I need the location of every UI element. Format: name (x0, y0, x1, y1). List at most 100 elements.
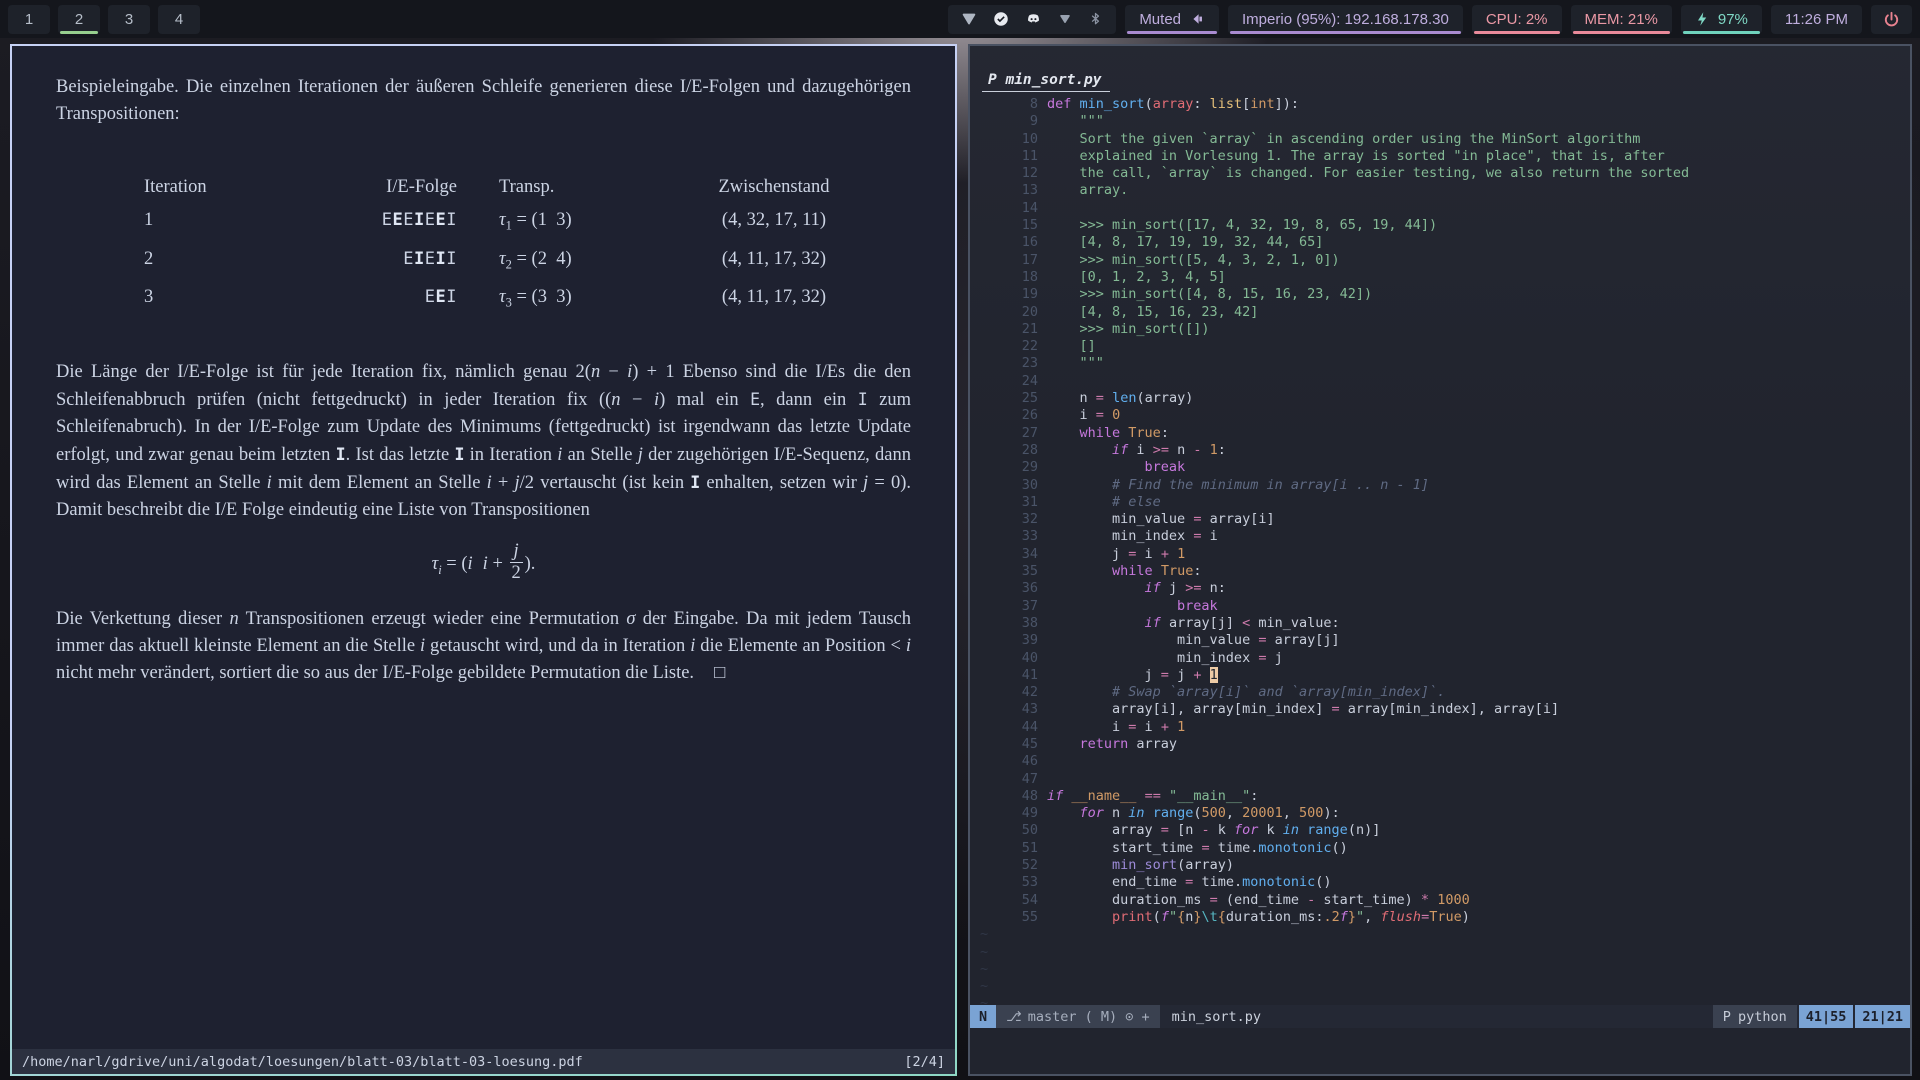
workspace-button-2[interactable]: 2 (58, 5, 100, 34)
code-line: 27 while True: (970, 425, 1910, 442)
line-number: 50 (970, 822, 1038, 839)
table-header-3: Transp. (457, 174, 679, 201)
line-number: 29 (970, 459, 1038, 476)
line-number: 34 (970, 546, 1038, 563)
code-line-content: i = i + 1 (1038, 719, 1185, 736)
code-line: 23 """ (970, 355, 1910, 372)
table-cell-zwischenstand: (4, 11, 17, 32) (679, 246, 869, 279)
line-number: 10 (970, 131, 1038, 148)
code-line: 39 min_value = array[j] (970, 632, 1910, 649)
code-line: 41 j = j + 1 (970, 667, 1910, 684)
discord-icon[interactable] (1024, 10, 1043, 29)
line-number: 22 (970, 338, 1038, 355)
pdf-paragraph-1: Beispieleingabe. Die einzelnen Iteration… (56, 74, 911, 128)
status-volume-label: Muted (1139, 11, 1181, 28)
code-line: 18 [0, 1, 2, 3, 4, 5] (970, 269, 1910, 286)
code-line-content: min_index = j (1038, 650, 1283, 667)
status-clock-label: 11:26 PM (1785, 11, 1848, 28)
line-number: 42 (970, 684, 1038, 701)
line-number: 12 (970, 165, 1038, 182)
empty-buffer-line: ~ (970, 961, 1910, 978)
check-circle-icon[interactable] (992, 10, 1010, 28)
code-line-content: explained in Vorlesung 1. The array is s… (1038, 148, 1665, 165)
line-number: 36 (970, 580, 1038, 597)
code-line-content: while True: (1038, 563, 1201, 580)
code-line-content: Sort the given `array` in ascending orde… (1038, 131, 1640, 148)
code-line: 8def min_sort(array: list[int]): (970, 96, 1910, 113)
code-line-content (1038, 373, 1047, 390)
editor-cursor: 1 (1210, 667, 1218, 683)
code-line: 55 print(f"{n}\t{duration_ms:.2f}", flus… (970, 909, 1910, 926)
arrow-down-icon[interactable] (960, 10, 978, 28)
code-line: 54 duration_ms = (end_time - start_time)… (970, 892, 1910, 909)
code-line-content: start_time = time.monotonic() (1038, 840, 1348, 857)
code-line: 15 >>> min_sort([17, 4, 32, 19, 8, 65, 1… (970, 217, 1910, 234)
table-header-1: Iteration (144, 174, 304, 201)
code-line-content: [4, 8, 15, 16, 23, 42] (1038, 304, 1258, 321)
code-line-content: n = len(array) (1038, 390, 1193, 407)
code-line: 32 min_value = array[i] (970, 511, 1910, 528)
code-line-content: """ (1038, 355, 1104, 372)
workspace-button-4[interactable]: 4 (158, 5, 200, 34)
line-number: 23 (970, 355, 1038, 372)
line-number: 13 (970, 182, 1038, 199)
workspace-button-3[interactable]: 3 (108, 5, 150, 34)
workspace-button-1[interactable]: 1 (8, 5, 50, 34)
code-line: 25 n = len(array) (970, 390, 1910, 407)
code-area[interactable]: 8def min_sort(array: list[int]):9 """10 … (970, 96, 1910, 1013)
code-line: 50 array = [n - k for k in range(n)] (970, 822, 1910, 839)
code-line-content: [4, 8, 17, 19, 19, 32, 44, 65] (1038, 234, 1323, 251)
code-line: 9 """ (970, 113, 1910, 130)
code-line: 34 j = i + 1 (970, 546, 1910, 563)
line-number: 48 (970, 788, 1038, 805)
pdf-document[interactable]: Beispieleingabe. Die einzelnen Iteration… (12, 46, 955, 1049)
line-number: 32 (970, 511, 1038, 528)
bluetooth-icon[interactable] (1087, 11, 1104, 28)
line-number: 45 (970, 736, 1038, 753)
status-network[interactable]: Imperio (95%): 192.168.178.30 (1228, 5, 1463, 34)
code-line-content: break (1038, 598, 1218, 615)
code-line-content: j = i + 1 (1038, 546, 1185, 563)
code-line: 36 if j >= n: (970, 580, 1910, 597)
line-number: 31 (970, 494, 1038, 511)
status-clock[interactable]: 11:26 PM (1771, 5, 1862, 34)
editor-tab[interactable]: P min_sort.py (982, 72, 1110, 92)
table-header-4: Zwischenstand (679, 174, 869, 201)
code-line-content: # Swap `array[i]` and `array[min_index]`… (1038, 684, 1445, 701)
line-number: 54 (970, 892, 1038, 909)
bolt-icon (1695, 11, 1710, 27)
status-memory[interactable]: MEM: 21% (1571, 5, 1672, 34)
git-status-segment: ⎇ master ( M) ⊙ + (996, 1005, 1159, 1028)
code-line: 44 i = i + 1 (970, 719, 1910, 736)
code-line-content (1038, 771, 1047, 788)
line-number: 55 (970, 909, 1038, 926)
python-file-icon: P (988, 72, 997, 88)
line-number: 44 (970, 719, 1038, 736)
code-line: 12 the call, `array` is changed. For eas… (970, 165, 1910, 182)
git-branch-label: master ( M) ⊙ + (1028, 1009, 1150, 1025)
system-tray (948, 5, 1116, 34)
power-button[interactable] (1871, 5, 1912, 34)
code-line-content: break (1038, 459, 1185, 476)
code-line: 48if __name__ == "__main__": (970, 788, 1910, 805)
shield-icon[interactable] (1057, 11, 1073, 27)
line-number: 11 (970, 148, 1038, 165)
table-cell-zwischenstand: (4, 11, 17, 32) (679, 284, 869, 317)
code-line: 31 # else (970, 494, 1910, 511)
code-line-content: end_time = time.monotonic() (1038, 874, 1332, 891)
line-number: 25 (970, 390, 1038, 407)
empty-buffer-line: ~ (970, 978, 1910, 995)
line-number: 51 (970, 840, 1038, 857)
code-line: 45 return array (970, 736, 1910, 753)
code-line: 46 (970, 753, 1910, 770)
code-line: 19 >>> min_sort([4, 8, 15, 16, 23, 42]) (970, 286, 1910, 303)
pdf-paragraph-2: Die Länge der I/E-Folge ist für jede Ite… (56, 359, 911, 524)
code-line: 38 if array[j] < min_value: (970, 615, 1910, 632)
status-battery[interactable]: 97% (1681, 5, 1762, 34)
line-number: 14 (970, 200, 1038, 217)
status-volume[interactable]: Muted (1125, 5, 1219, 34)
table-cell-folge: EIEII (304, 246, 457, 279)
status-cpu[interactable]: CPU: 2% (1472, 5, 1562, 34)
code-line: 10 Sort the given `array` in ascending o… (970, 131, 1910, 148)
code-line-content: [0, 1, 2, 3, 4, 5] (1038, 269, 1226, 286)
